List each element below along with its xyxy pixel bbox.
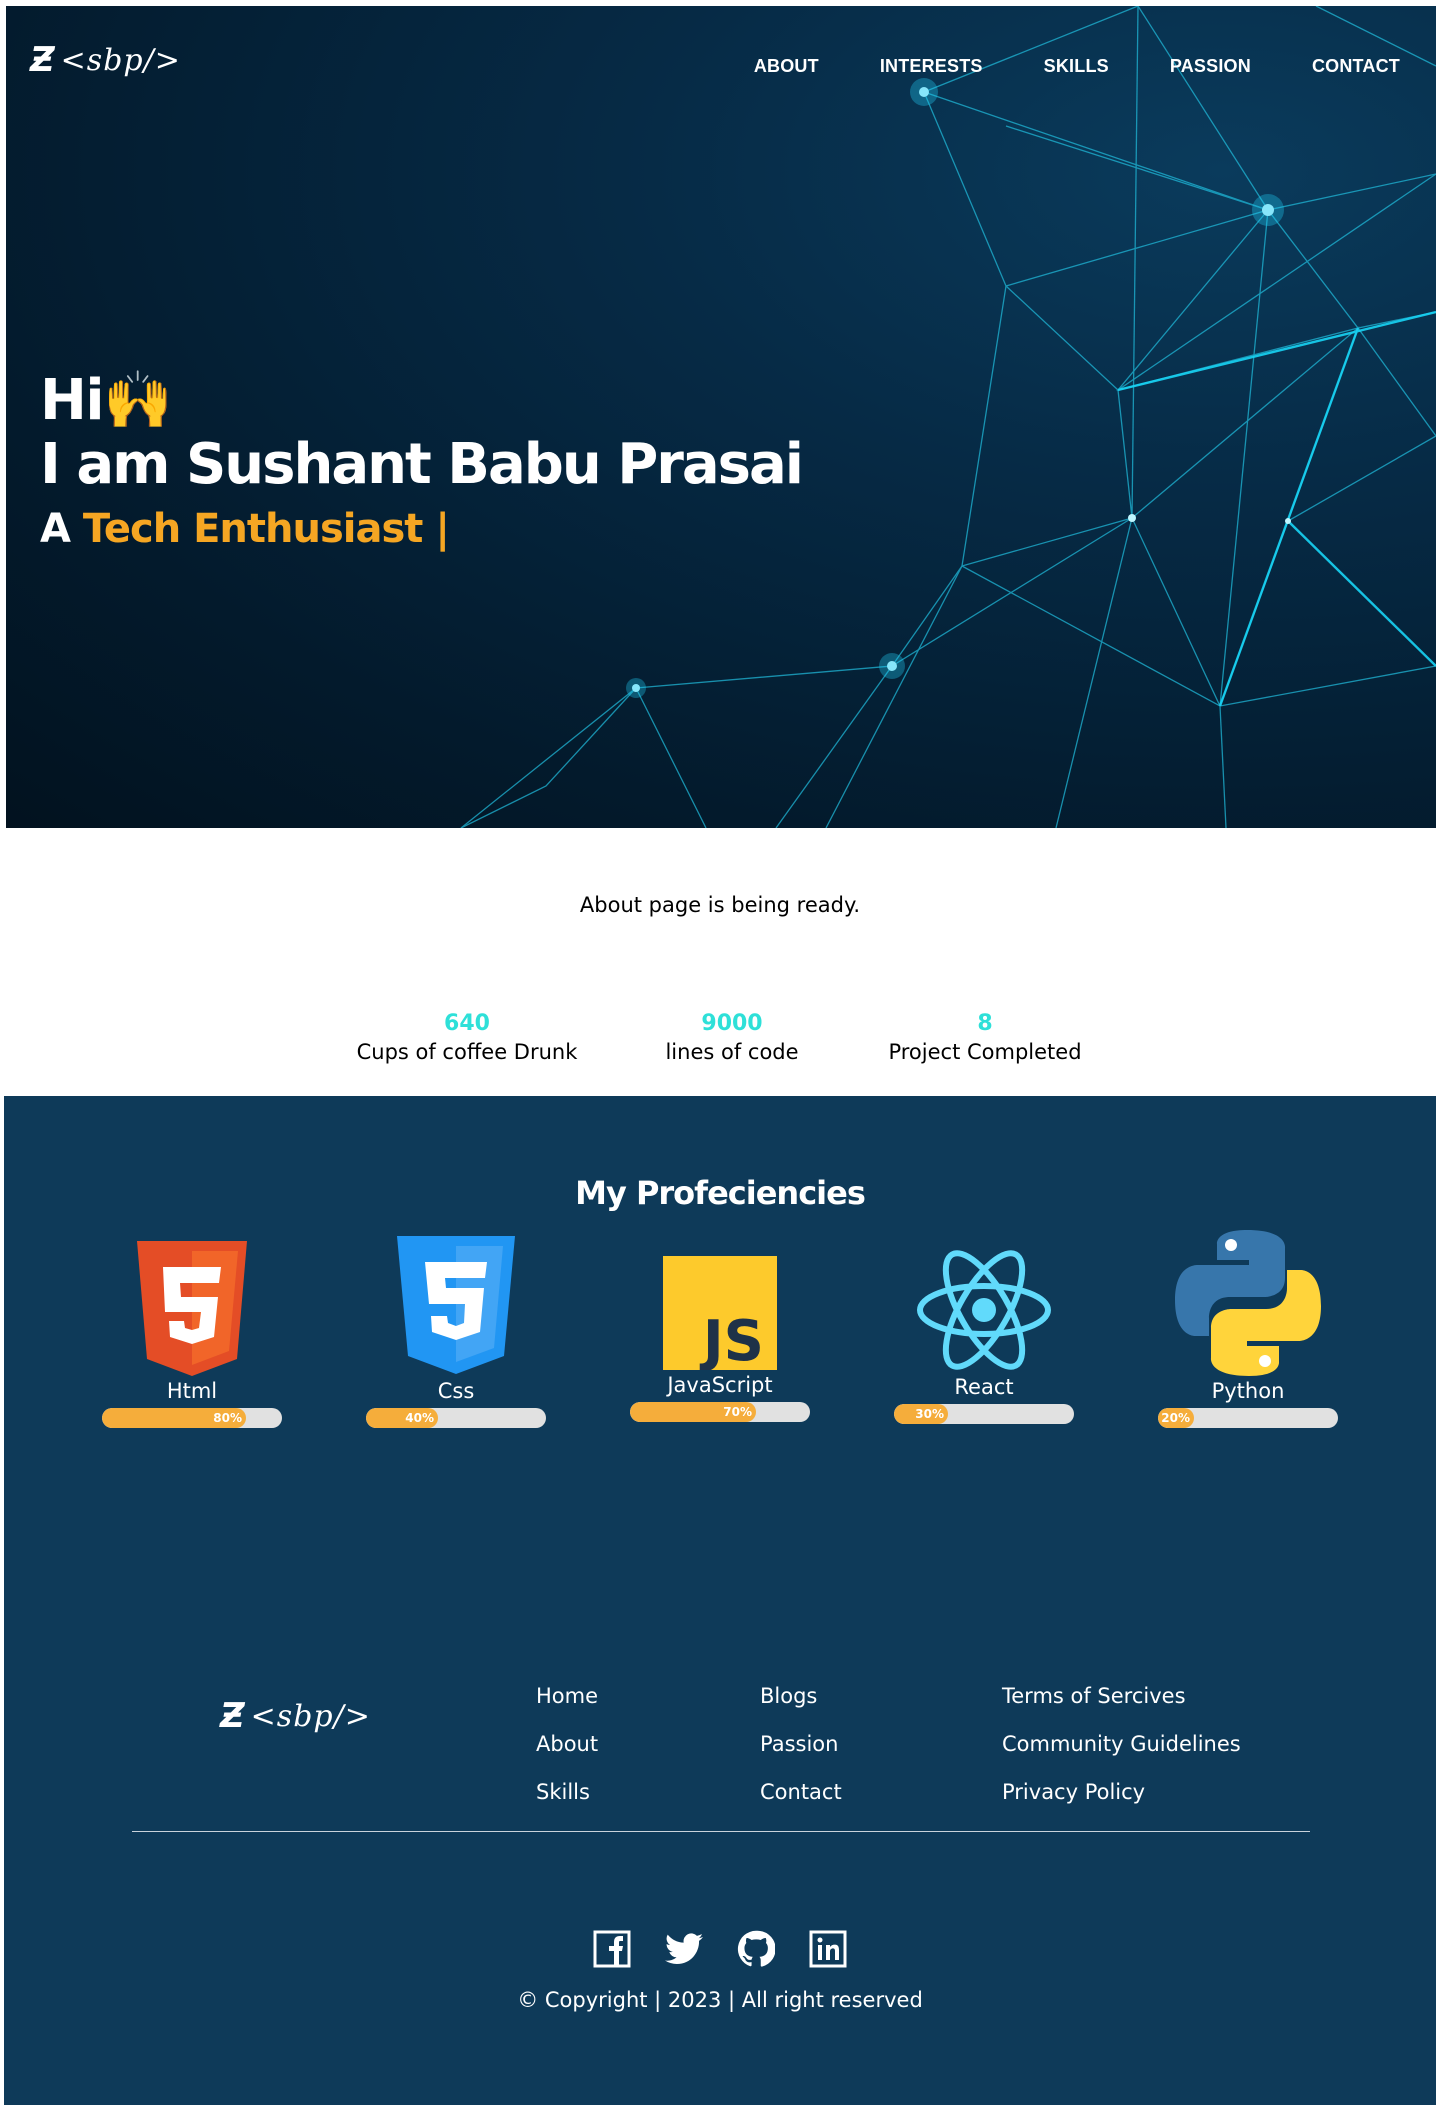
site-logo[interactable]: Ƶ <sbp/> (30, 40, 181, 80)
skill-progress-bar: 20% (1158, 1408, 1338, 1428)
hero-greeting: Hi🙌 (40, 368, 173, 433)
footer-link-about[interactable]: About (536, 1720, 598, 1768)
footer-links-col-3: Terms of Sercives Community Guidelines P… (1002, 1672, 1241, 1816)
footer-link-contact[interactable]: Contact (760, 1768, 842, 1816)
footer-divider (132, 1831, 1310, 1832)
hero-intro: Hi🙌 I am Sushant Babu Prasai A Tech Enth… (40, 368, 804, 562)
stat-label: lines of code (665, 1040, 799, 1064)
skill-percent: 30% (915, 1407, 944, 1421)
logo-text: <sbp/> (60, 42, 181, 78)
skill-python: Python 20% (1158, 1226, 1338, 1428)
footer-link-blogs[interactable]: Blogs (760, 1672, 842, 1720)
skill-progress-bar: 40% (366, 1408, 546, 1428)
skill-progress-fill: 70% (630, 1402, 756, 1422)
skill-progress-bar: 70% (630, 1402, 810, 1422)
nav-interests[interactable]: INTERESTS (880, 56, 983, 77)
footer-logo[interactable]: Ƶ <sbp/> (220, 1696, 371, 1736)
copyright-text: © Copyright | 2023 | All right reserved (517, 1988, 923, 2012)
hero-banner: Ƶ <sbp/> ABOUT INTERESTS SKILLS PASSION … (6, 6, 1436, 828)
skill-percent: 70% (723, 1405, 752, 1419)
footer-link-terms[interactable]: Terms of Sercives (1002, 1672, 1241, 1720)
skill-name: React (954, 1375, 1014, 1399)
skill-html: Html 80% (102, 1226, 282, 1428)
stat-coffee: 640 Cups of coffee Drunk (357, 1010, 578, 1066)
skill-progress-fill: 80% (102, 1408, 246, 1428)
hero-name: I am Sushant Babu Prasai (40, 432, 804, 497)
hero-role-highlight: Tech Enthusiast | (82, 506, 450, 552)
footer-link-passion[interactable]: Passion (760, 1720, 842, 1768)
javascript-icon: JS (630, 1226, 810, 1370)
skill-name: Css (437, 1379, 475, 1403)
logo-mark-icon: Ƶ (220, 1696, 245, 1736)
skill-css: Css 40% (366, 1226, 546, 1428)
stat-number: 640 (444, 1011, 490, 1036)
footer-link-skills[interactable]: Skills (536, 1768, 598, 1816)
twitter-icon[interactable] (665, 1930, 703, 1968)
svg-text:JS: JS (699, 1309, 764, 1370)
footer-link-home[interactable]: Home (536, 1672, 598, 1720)
react-icon (894, 1226, 1074, 1372)
css3-icon (366, 1226, 546, 1376)
footer-links-col-1: Home About Skills (536, 1672, 598, 1816)
skill-percent: 80% (213, 1411, 242, 1425)
stat-label: Project Completed (888, 1040, 1082, 1064)
html5-icon (102, 1226, 282, 1376)
nav-passion[interactable]: PASSION (1170, 56, 1251, 77)
skill-progress-bar: 30% (894, 1404, 1074, 1424)
footer-links-col-2: Blogs Passion Contact (760, 1672, 842, 1816)
stat-lines-of-code: 9000 lines of code (665, 1010, 798, 1066)
skill-name: Python (1211, 1379, 1285, 1403)
nav-about[interactable]: ABOUT (754, 56, 819, 77)
facebook-icon[interactable] (593, 1930, 631, 1968)
hero-role-prefix: A (40, 506, 83, 552)
skill-javascript: JS JavaScript 70% (630, 1226, 810, 1422)
skill-percent: 20% (1161, 1411, 1190, 1425)
skill-progress-fill: 30% (894, 1404, 948, 1424)
main-nav: ABOUT INTERESTS SKILLS PASSION CONTACT (754, 56, 1400, 77)
logo-mark-icon: Ƶ (30, 40, 55, 80)
skill-react: React 30% (894, 1226, 1074, 1424)
skill-name: Html (166, 1379, 218, 1403)
linkedin-icon[interactable] (809, 1930, 847, 1968)
proficiencies-and-footer: My Profeciencies Html 80% Css 40% JS Jav… (4, 1096, 1436, 2105)
stat-number: 8 (977, 1011, 993, 1036)
footer-link-privacy-policy[interactable]: Privacy Policy (1002, 1768, 1241, 1816)
skill-progress-fill: 20% (1158, 1408, 1194, 1428)
social-links (4, 1930, 1436, 1968)
skill-percent: 40% (405, 1411, 434, 1425)
nav-skills[interactable]: SKILLS (1044, 56, 1109, 77)
github-icon[interactable] (737, 1930, 775, 1968)
skill-name: JavaScript (667, 1373, 773, 1397)
stat-number: 9000 (701, 1011, 763, 1036)
stat-projects: 8 Project Completed (888, 1010, 1081, 1066)
footer-link-community-guidelines[interactable]: Community Guidelines (1002, 1720, 1241, 1768)
nav-contact[interactable]: CONTACT (1312, 56, 1400, 77)
stat-label: Cups of coffee Drunk (356, 1040, 578, 1064)
logo-text: <sbp/> (250, 1698, 371, 1734)
about-message: About page is being ready. (579, 893, 861, 917)
skill-progress-fill: 40% (366, 1408, 438, 1428)
proficiencies-title: My Profeciencies (575, 1174, 866, 1212)
page: Ƶ <sbp/> ABOUT INTERESTS SKILLS PASSION … (0, 0, 1440, 2105)
stats-row: 640 Cups of coffee Drunk 9000 lines of c… (0, 1010, 1440, 1070)
python-icon (1158, 1226, 1338, 1376)
hero-role: A Tech Enthusiast | (40, 496, 802, 562)
skill-progress-bar: 80% (102, 1408, 282, 1428)
